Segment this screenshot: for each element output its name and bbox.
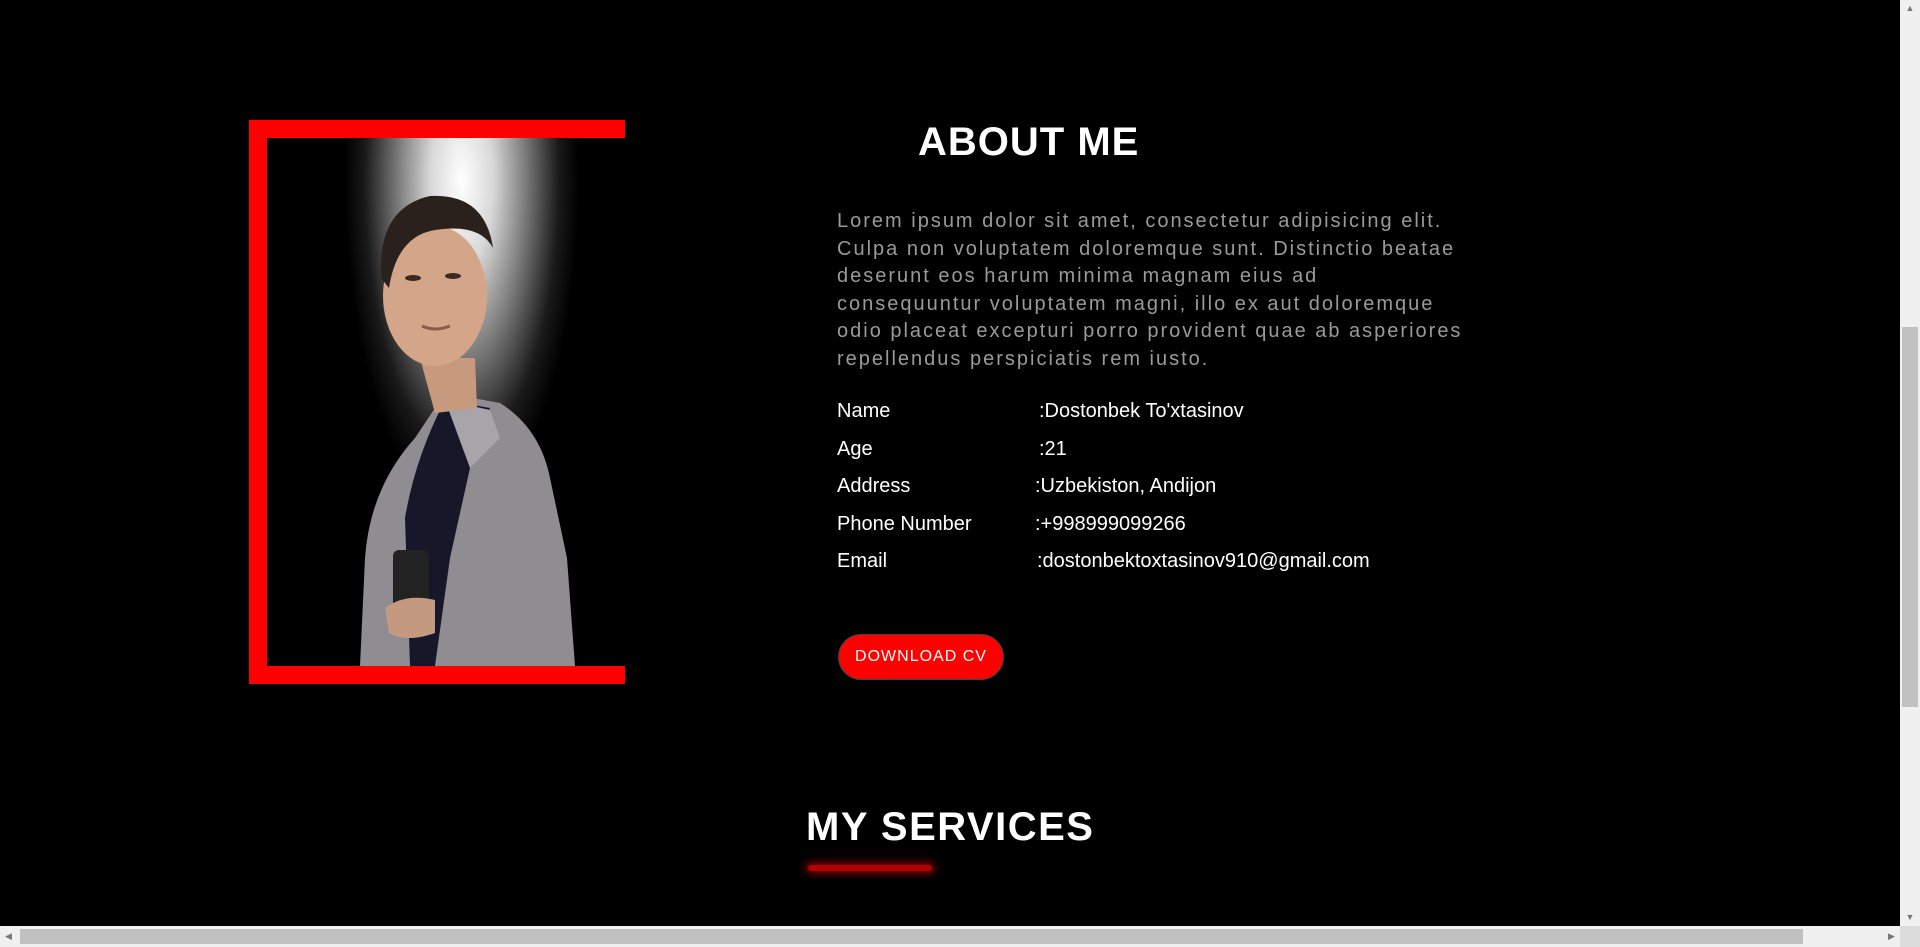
about-description: Lorem ipsum dolor sit amet, consectetur … <box>837 210 1463 370</box>
scroll-left-arrow-icon[interactable]: ◀ <box>0 926 17 947</box>
info-value: :Dostonbek To'xtasinov <box>1039 400 1244 422</box>
profile-photo <box>285 138 625 666</box>
services-title: MY SERVICES <box>806 805 1095 849</box>
horizontal-scroll-thumb[interactable] <box>20 929 1803 944</box>
vertical-scrollbar[interactable]: ▲ ▼ <box>1900 0 1920 926</box>
services-title-underline <box>808 865 932 871</box>
scroll-right-arrow-icon[interactable]: ▶ <box>1883 926 1900 947</box>
info-label: Age <box>837 438 873 460</box>
info-value: :21 <box>1039 438 1067 460</box>
info-label: Email <box>837 550 888 572</box>
info-label: Phone Number <box>837 513 972 535</box>
profile-photo-frame <box>249 120 625 684</box>
info-value: :dostonbektoxtasinov910@gmail.com <box>1037 550 1370 572</box>
vertical-scroll-thumb[interactable] <box>1902 327 1918 707</box>
download-cv-button[interactable]: DOWNLOAD CV <box>838 634 1004 680</box>
scroll-up-arrow-icon[interactable]: ▲ <box>1900 0 1920 17</box>
info-label: Address <box>837 475 911 497</box>
info-label: Name <box>837 400 891 422</box>
scroll-down-arrow-icon[interactable]: ▼ <box>1900 909 1920 926</box>
person-silhouette <box>360 195 575 666</box>
page: ABOUT ME Lorem ipsum dolor sit amet, con… <box>0 0 1900 926</box>
info-value: :+998999099266 <box>1035 513 1186 535</box>
about-title: ABOUT ME <box>918 120 1140 164</box>
horizontal-scrollbar[interactable]: ◀ ▶ <box>0 926 1900 947</box>
scrollbar-corner <box>1900 926 1920 947</box>
info-value: :Uzbekiston, Andijon <box>1035 475 1217 497</box>
